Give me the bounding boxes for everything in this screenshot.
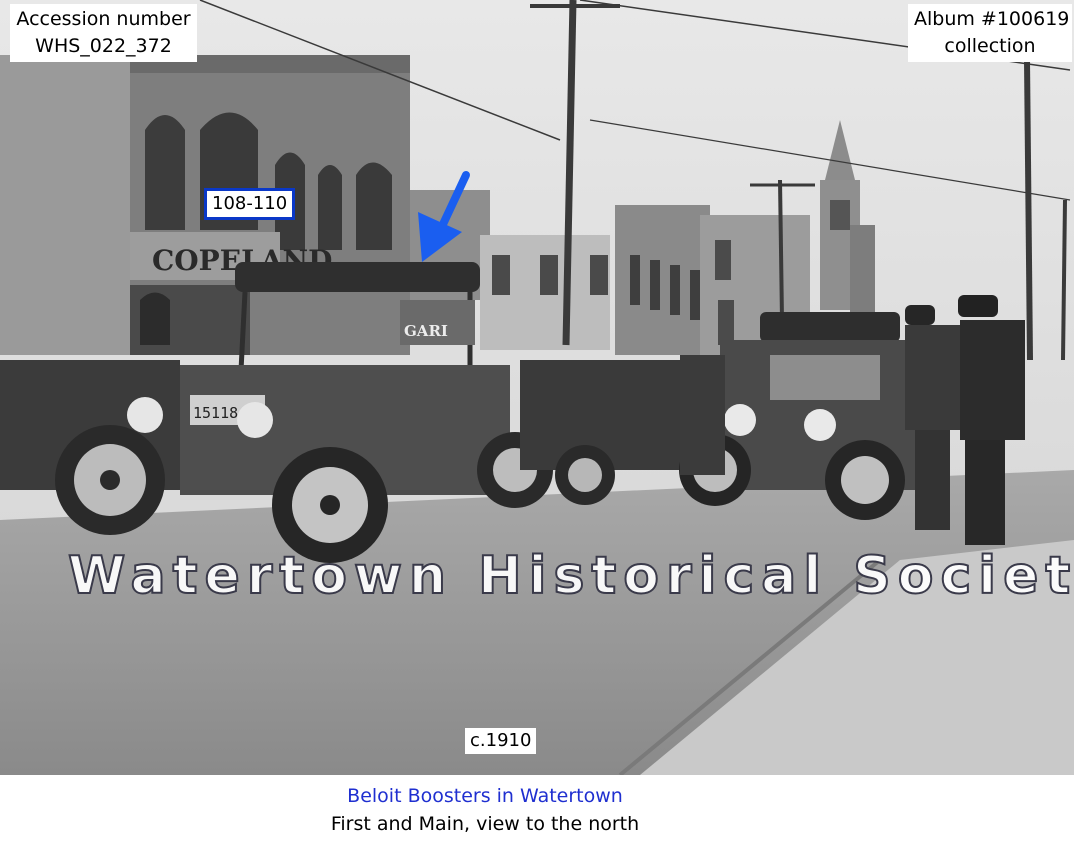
historical-photo: COPELAND 15118 GARI [0,0,1074,775]
photo-scene: COPELAND 15118 GARI [0,0,1074,775]
svg-text:15118: 15118 [193,404,238,422]
watermark-text: Watertown Historical Society [67,545,1074,607]
accession-label: Accession number WHS_022_372 [10,4,197,62]
album-collection: collection [944,35,1036,57]
caption-title: Beloit Boosters in Watertown [347,785,623,807]
accession-number: WHS_022_372 [35,35,172,57]
caption-subtitle: First and Main, view to the north [330,813,640,835]
garage-sign-text: GARI [404,322,448,340]
address-tag: 108-110 [204,188,296,220]
album-heading: Album #100619 [914,8,1070,30]
accession-heading: Accession number [16,8,191,30]
album-label: Album #100619 collection [908,4,1072,62]
date-tag: c.1910 [465,728,537,754]
